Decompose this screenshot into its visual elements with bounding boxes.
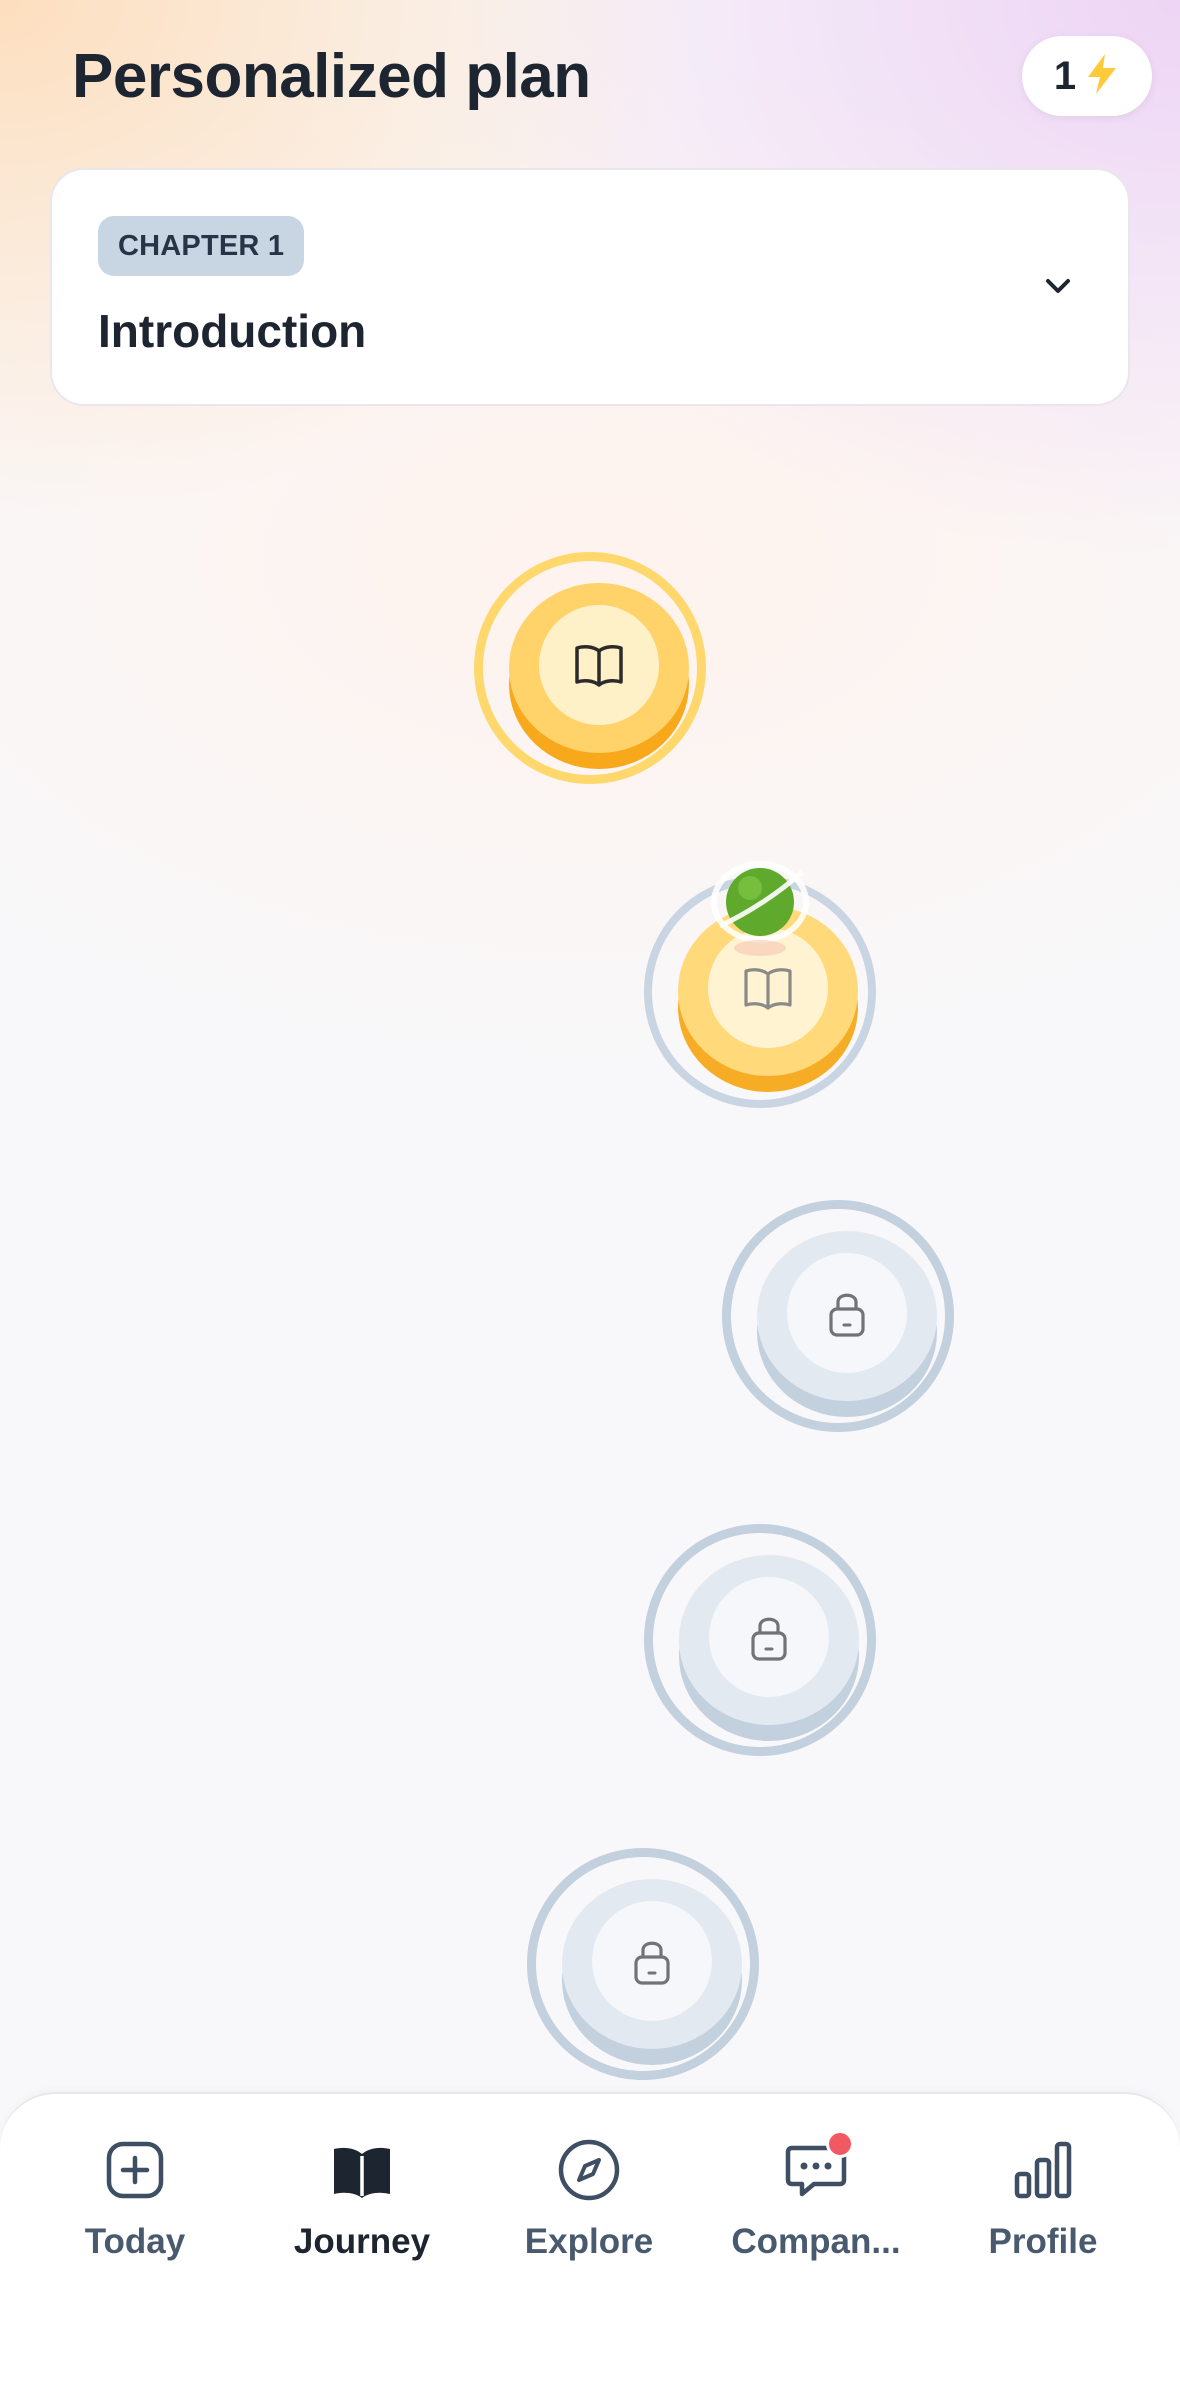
page-title: Personalized plan [72, 42, 591, 111]
streak-count: 1 [1053, 53, 1077, 98]
compass-icon [558, 2139, 620, 2201]
mascot-avatar [711, 861, 809, 956]
chat-icon-wrapper [780, 2130, 854, 2206]
book-icon [334, 2147, 390, 2198]
streak-badge[interactable]: 1 [1022, 36, 1152, 116]
lesson-node-1[interactable] [474, 552, 706, 784]
chevron-down-icon[interactable] [1038, 266, 1078, 306]
nav-label-explore: Explore [524, 2222, 654, 2261]
nav-today[interactable]: Today [25, 2134, 245, 2284]
chapter-selector[interactable]: CHAPTER 1 Introduction [50, 168, 1130, 406]
nav-explore[interactable]: Explore [479, 2134, 699, 2284]
lightning-icon [1084, 52, 1120, 101]
chapter-tag: CHAPTER 1 [98, 216, 305, 276]
lock-icon [751, 1617, 787, 1661]
book-icon [744, 968, 792, 1010]
bar-chart-icon [1014, 2141, 1072, 2199]
nav-companion[interactable]: Compan... [706, 2130, 926, 2284]
notification-dot [826, 2130, 854, 2158]
chapter-title: Introduction [98, 305, 367, 357]
lesson-node-5[interactable] [527, 1848, 759, 2080]
book-icon [575, 645, 623, 687]
lock-icon [634, 1941, 670, 1985]
nav-label-today: Today [84, 2222, 186, 2261]
lesson-node-3[interactable] [722, 1200, 954, 1432]
nav-label-profile: Profile [988, 2222, 1098, 2261]
nav-profile[interactable]: Profile [933, 2134, 1153, 2284]
lock-icon [829, 1293, 865, 1337]
plus-square-icon [106, 2141, 164, 2199]
bottom-navigation: Today Journey Explore Compan... Profile [0, 2092, 1180, 2398]
nav-journey[interactable]: Journey [252, 2134, 472, 2284]
lesson-node-4[interactable] [644, 1524, 876, 1756]
nav-label-companion: Compan... [731, 2222, 901, 2261]
nav-label-journey: Journey [293, 2222, 431, 2261]
